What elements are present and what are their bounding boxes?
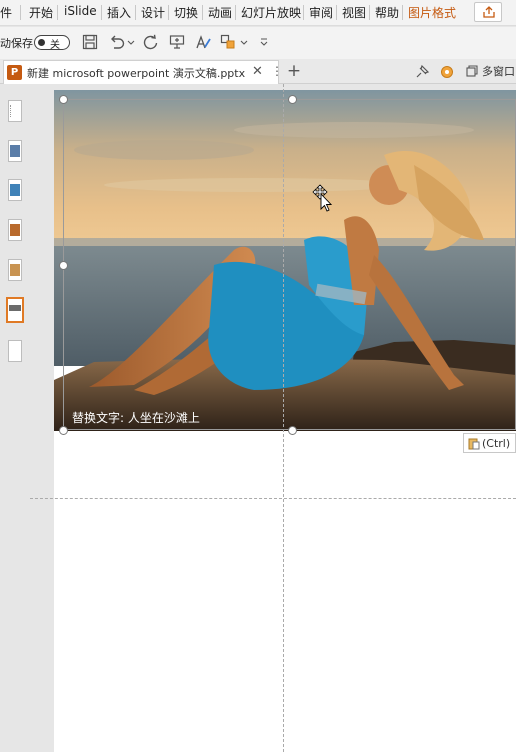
slide-thumbnail-panel xyxy=(0,84,30,752)
thumbnail-image xyxy=(10,224,20,236)
close-icon[interactable]: ✕ xyxy=(252,64,263,79)
thumbnail-image xyxy=(10,145,20,157)
tab-separator xyxy=(135,5,136,20)
tab-separator xyxy=(101,5,102,20)
slide-thumbnail[interactable] xyxy=(8,259,22,281)
thumbnail-image xyxy=(10,184,20,196)
tab-separator xyxy=(57,5,58,20)
multi-window-icon xyxy=(466,65,478,77)
shapes-dropdown-icon[interactable] xyxy=(240,34,248,50)
tab-separator xyxy=(20,5,21,20)
move-cursor-icon xyxy=(312,184,332,212)
more-icon[interactable]: ⋮ xyxy=(271,64,283,78)
new-tab-button[interactable]: + xyxy=(283,60,305,82)
document-tab-title: 新建 microsoft powerpoint 演示文稿.pptx xyxy=(27,67,246,80)
tab-separator xyxy=(168,5,169,20)
tab-separator xyxy=(235,5,236,20)
tab-slideshow[interactable]: 幻灯片放映 xyxy=(241,4,301,21)
autosave-toggle[interactable]: 关 xyxy=(34,35,70,51)
undo-icon[interactable] xyxy=(108,34,126,50)
thumbnail-image xyxy=(10,264,20,276)
resize-handle-left[interactable] xyxy=(59,261,68,270)
quick-access-toolbar: 动保存 关 xyxy=(0,27,516,59)
tab-review[interactable]: 审阅 xyxy=(309,4,333,21)
redo-icon[interactable] xyxy=(142,34,159,51)
resize-handle-bottom-left[interactable] xyxy=(59,426,68,435)
paste-options-label: (Ctrl) xyxy=(482,437,511,450)
tab-islide[interactable]: iSlide xyxy=(64,4,97,18)
tab-separator xyxy=(303,5,304,20)
slide-thumbnail[interactable] xyxy=(8,179,22,201)
slide-thumbnail[interactable] xyxy=(8,340,22,362)
tab-transitions[interactable]: 切换 xyxy=(174,4,198,21)
tab-home[interactable]: 开始 xyxy=(29,4,53,21)
paste-options-button[interactable]: (Ctrl) xyxy=(463,433,516,453)
slide-thumbnail[interactable] xyxy=(8,100,22,122)
tab-picture-format[interactable]: 图片格式 xyxy=(408,4,456,21)
tab-file[interactable]: 件 xyxy=(0,4,12,21)
autosave-state: 关 xyxy=(50,40,60,51)
share-button[interactable] xyxy=(474,2,502,22)
tab-insert[interactable]: 插入 xyxy=(107,4,131,21)
tab-separator xyxy=(336,5,337,20)
horizontal-smart-guide xyxy=(30,498,516,499)
powerpoint-window: 件 开始 iSlide 插入 设计 切换 动画 幻灯片放映 审阅 视图 帮助 图… xyxy=(0,0,516,752)
presenter-icon[interactable] xyxy=(169,34,185,50)
tab-design[interactable]: 设计 xyxy=(141,4,165,21)
autosave-label: 动保存 xyxy=(0,37,33,50)
settings-icon[interactable] xyxy=(439,64,455,80)
thumbnail-image xyxy=(10,105,20,117)
tab-view[interactable]: 视图 xyxy=(342,4,366,21)
multi-window-button[interactable]: 多窗口 xyxy=(482,63,515,79)
tab-separator xyxy=(369,5,370,20)
document-tab[interactable]: P 新建 microsoft powerpoint 演示文稿.pptx ✕ ⋮ xyxy=(3,60,283,84)
tab-separator xyxy=(202,5,203,20)
resize-handle-top[interactable] xyxy=(288,95,297,104)
format-painter-icon[interactable] xyxy=(195,34,213,50)
powerpoint-file-icon: P xyxy=(7,65,22,80)
paste-icon xyxy=(468,438,480,450)
slide-thumbnail[interactable] xyxy=(8,140,22,162)
resize-handle-top-left[interactable] xyxy=(59,95,68,104)
undo-dropdown-icon[interactable] xyxy=(127,34,135,50)
tab-help[interactable]: 帮助 xyxy=(375,4,399,21)
slide-thumbnail[interactable] xyxy=(8,219,22,241)
ribbon-tab-bar: 件 开始 iSlide 插入 设计 切换 动画 幻灯片放映 审阅 视图 帮助 图… xyxy=(0,0,516,26)
tab-animations[interactable]: 动画 xyxy=(208,4,232,21)
save-icon[interactable] xyxy=(82,34,98,50)
slide-thumbnail-selected[interactable] xyxy=(6,297,24,323)
selection-outline xyxy=(63,99,516,430)
share-icon xyxy=(483,6,495,18)
resize-handle-bottom[interactable] xyxy=(288,426,297,435)
shapes-icon[interactable] xyxy=(220,34,238,51)
document-tab-bar: P 新建 microsoft powerpoint 演示文稿.pptx ✕ ⋮ … xyxy=(0,59,516,84)
customize-icon[interactable] xyxy=(259,34,269,50)
toggle-knob xyxy=(38,39,45,46)
tab-separator xyxy=(402,5,403,20)
pin-icon[interactable] xyxy=(414,64,430,80)
thumbnail-image xyxy=(9,305,21,311)
